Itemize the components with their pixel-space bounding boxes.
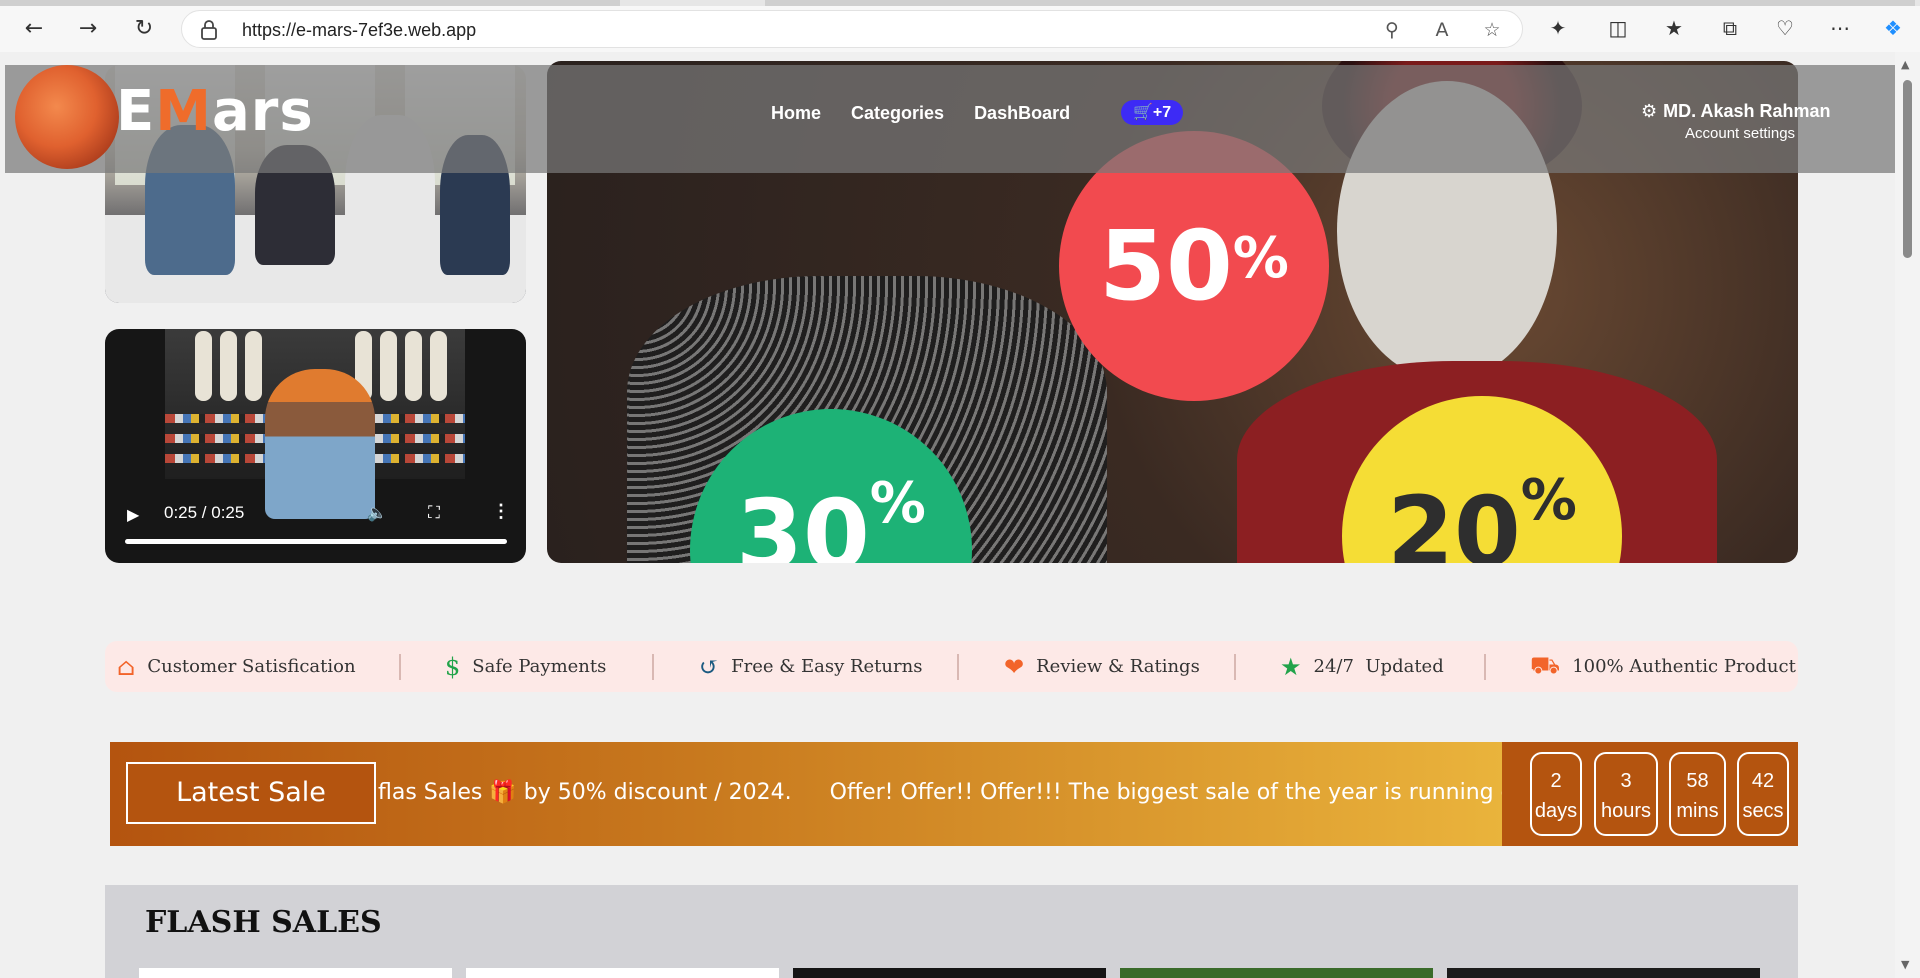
handshake-icon: ★ bbox=[1280, 652, 1302, 681]
feature-authentic: ⛟ 100% Authentic Product bbox=[1530, 641, 1796, 692]
flash-sales-title: FLASH SALES bbox=[145, 905, 382, 940]
read-aloud-icon[interactable]: A bbox=[1430, 18, 1454, 42]
scrollbar-thumb[interactable] bbox=[1903, 80, 1912, 258]
timer-secs: 42 secs bbox=[1737, 752, 1789, 836]
rotate-left-icon: ↺ bbox=[699, 652, 720, 681]
feature-customer-satisfaction: ⌂ Customer Satisfication bbox=[117, 652, 356, 681]
gift-icon: 🎁 bbox=[489, 780, 517, 805]
mars-logo-icon[interactable] bbox=[15, 65, 119, 169]
video-progress-bar[interactable] bbox=[125, 539, 507, 544]
refresh-icon[interactable]: ↻ bbox=[128, 12, 160, 44]
timer-days: 2 days bbox=[1530, 752, 1582, 836]
copilot-icon[interactable]: ❖ bbox=[1879, 14, 1907, 42]
truck-icon: ⛟ bbox=[1530, 651, 1561, 679]
account-settings-link[interactable]: Account settings bbox=[1685, 125, 1795, 142]
scroll-down-icon[interactable]: ▼ bbox=[1901, 958, 1909, 971]
heart-circle-icon: ❤ bbox=[1004, 652, 1025, 681]
address-bar[interactable]: https://e-mars-7ef3e.web.app ⚲ A ☆ bbox=[181, 10, 1523, 48]
forward-icon[interactable]: → bbox=[72, 12, 104, 44]
product-video[interactable]: ▶ 0:25 / 0:25 🔈 ⛶ ⋮ bbox=[105, 329, 526, 563]
flash-sales-section: FLASH SALES bbox=[105, 885, 1798, 978]
more-options-icon[interactable]: ⋯ bbox=[1826, 14, 1854, 42]
video-controls: ▶ 0:25 / 0:25 🔈 ⛶ ⋮ bbox=[105, 493, 526, 563]
money-hand-icon: $ bbox=[445, 652, 461, 681]
browser-chrome: ← → ↻ https://e-mars-7ef3e.web.app ⚲ A ☆… bbox=[0, 0, 1920, 52]
extensions-icon[interactable]: ✦ bbox=[1544, 14, 1572, 42]
cart-button[interactable]: 🛒+7 bbox=[1121, 100, 1184, 125]
cart-count: +7 bbox=[1152, 104, 1172, 121]
site-logo[interactable]: EMars bbox=[116, 79, 314, 144]
nav-links: Home Categories DashBoard bbox=[771, 103, 1070, 124]
scroll-up-icon[interactable]: ▲ bbox=[1901, 58, 1909, 71]
video-more-icon[interactable]: ⋮ bbox=[492, 501, 510, 522]
page-viewport: ▶ 0:25 / 0:25 🔈 ⛶ ⋮ 50% 30% 20% EMars Ho… bbox=[5, 52, 1895, 978]
feature-updated: ★ 24/7 Updated bbox=[1280, 652, 1444, 681]
play-icon[interactable]: ▶ bbox=[127, 505, 139, 525]
cart-icon: 🛒 bbox=[1133, 104, 1153, 121]
house-check-icon: ⌂ bbox=[117, 652, 136, 681]
favorite-star-icon[interactable]: ☆ bbox=[1480, 18, 1504, 42]
url-text[interactable]: https://e-mars-7ef3e.web.app bbox=[242, 20, 476, 41]
user-name: MD. Akash Rahman bbox=[1663, 101, 1831, 121]
product-card[interactable] bbox=[1447, 968, 1760, 978]
video-time: 0:25 / 0:25 bbox=[164, 503, 245, 522]
collections-icon[interactable]: ⧉ bbox=[1716, 14, 1744, 42]
lock-icon bbox=[201, 20, 217, 40]
fullscreen-icon[interactable]: ⛶ bbox=[428, 503, 440, 523]
timer-hours: 3 hours bbox=[1594, 752, 1658, 836]
latest-sale-button[interactable]: Latest Sale bbox=[126, 762, 376, 824]
favorites-icon[interactable]: ★ bbox=[1660, 14, 1688, 42]
browser-essentials-icon[interactable]: ♡ bbox=[1771, 14, 1799, 42]
countdown-timer: 2 days 3 hours 58 mins 42 secs bbox=[1502, 742, 1798, 846]
page-scrollbar[interactable]: ▲ ▼ bbox=[1895, 52, 1920, 978]
latest-sale-banner: flas Sales 🎁 by 50% discount / 2024. Off… bbox=[110, 742, 1798, 846]
product-card[interactable] bbox=[793, 968, 1106, 978]
volume-icon[interactable]: 🔈 bbox=[367, 503, 387, 523]
split-screen-icon[interactable]: ◫ bbox=[1604, 14, 1632, 42]
tab-strip bbox=[0, 0, 1920, 6]
back-icon[interactable]: ← bbox=[18, 12, 50, 44]
gear-icon[interactable]: ⚙ bbox=[1641, 101, 1657, 121]
site-navbar: EMars Home Categories DashBoard 🛒+7 ⚙ MD.… bbox=[5, 65, 1895, 173]
user-menu[interactable]: ⚙ MD. Akash Rahman Account settings bbox=[1641, 101, 1831, 142]
features-bar: ⌂ Customer Satisfication $ Safe Payments ↺… bbox=[105, 641, 1798, 692]
product-card[interactable] bbox=[139, 968, 452, 978]
product-card[interactable] bbox=[1120, 968, 1433, 978]
feature-free-returns: ↺ Free & Easy Returns bbox=[699, 652, 923, 681]
nav-categories[interactable]: Categories bbox=[851, 103, 944, 124]
key-icon[interactable]: ⚲ bbox=[1380, 18, 1404, 42]
feature-review-ratings: ❤ Review & Ratings bbox=[1004, 652, 1200, 681]
nav-home[interactable]: Home bbox=[771, 103, 821, 124]
timer-mins: 58 mins bbox=[1669, 752, 1726, 836]
sale-marquee: flas Sales 🎁 by 50% discount / 2024. Off… bbox=[378, 780, 1544, 805]
nav-dashboard[interactable]: DashBoard bbox=[974, 103, 1070, 124]
feature-safe-payments: $ Safe Payments bbox=[445, 652, 607, 681]
product-card[interactable] bbox=[466, 968, 779, 978]
